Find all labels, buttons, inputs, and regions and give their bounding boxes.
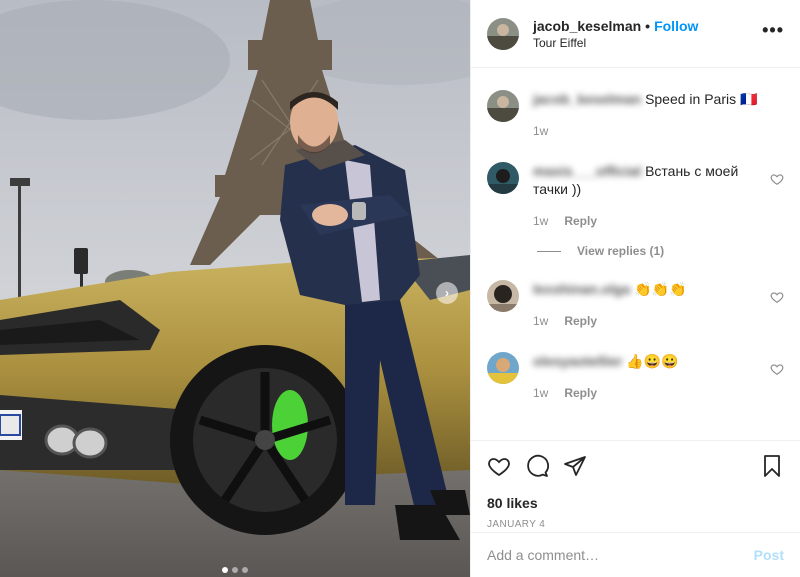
comment-text: 👏👏👏 bbox=[634, 281, 687, 297]
carousel-indicator bbox=[0, 567, 470, 573]
comments-list: jacob_keselman Speed in Paris 🇫🇷 1w maxi… bbox=[471, 68, 800, 402]
more-options-button[interactable]: ••• bbox=[762, 20, 784, 41]
likes-count[interactable]: 80 likes bbox=[487, 495, 784, 511]
separator-dot: • bbox=[645, 17, 651, 34]
carousel-dot bbox=[222, 567, 228, 573]
comment-text-row: maxis___official Встань с моей тачки )) bbox=[533, 162, 763, 198]
author-avatar[interactable] bbox=[487, 17, 519, 50]
comment-meta: 1w Reply bbox=[533, 384, 763, 402]
commenter-avatar[interactable] bbox=[487, 162, 519, 194]
post-photo[interactable]: › bbox=[0, 0, 470, 577]
like-comment-heart-icon[interactable] bbox=[770, 172, 784, 186]
comment-text-row: olesyaotellier 👍😀😀 bbox=[533, 352, 763, 370]
comment-body: olesyaotellier 👍😀😀 1w Reply bbox=[533, 352, 763, 402]
comment-item: lexshinan.olga 👏👏👏 1w Reply bbox=[487, 280, 784, 330]
carousel-next-button[interactable]: › bbox=[436, 282, 458, 304]
post-header: jacob_keselman • Follow Tour Eiffel ••• bbox=[471, 0, 800, 68]
author-username[interactable]: jacob_keselman bbox=[533, 18, 641, 34]
comment-meta: 1w Reply bbox=[533, 212, 763, 230]
action-icons bbox=[487, 453, 784, 479]
comment-body: lexshinan.olga 👏👏👏 1w Reply bbox=[533, 280, 763, 330]
add-comment-bar: Post bbox=[471, 532, 800, 577]
post-actions: 80 likes JANUARY 4 bbox=[471, 440, 800, 530]
heart-icon[interactable] bbox=[487, 454, 511, 478]
comment-text-row: lexshinan.olga 👏👏👏 bbox=[533, 280, 763, 298]
car-wheel bbox=[170, 345, 360, 535]
comment-author[interactable]: olesyaotellier bbox=[533, 353, 623, 369]
comment-author[interactable]: maxis___official bbox=[533, 163, 641, 179]
caption-comment: jacob_keselman Speed in Paris 🇫🇷 1w bbox=[487, 90, 784, 140]
comment-author[interactable]: jacob_keselman bbox=[533, 91, 641, 107]
comment-meta: 1w bbox=[533, 122, 763, 140]
comment-meta: 1w Reply bbox=[533, 312, 763, 330]
view-replies-line bbox=[537, 250, 561, 252]
post-date[interactable]: JANUARY 4 bbox=[487, 519, 784, 530]
instagram-post: › jacob_keselman • Follow Tour Eiffel ••… bbox=[0, 0, 800, 577]
post-comment-button[interactable]: Post bbox=[754, 547, 784, 563]
post-location[interactable]: Tour Eiffel bbox=[533, 36, 762, 50]
comment-time[interactable]: 1w bbox=[533, 122, 548, 140]
carousel-dot bbox=[242, 567, 248, 573]
comment-text: Speed in Paris 🇫🇷 bbox=[645, 91, 758, 107]
share-icon[interactable] bbox=[563, 454, 587, 478]
view-replies-label: View replies (1) bbox=[577, 244, 665, 258]
author-row: jacob_keselman • Follow bbox=[533, 18, 762, 34]
view-replies-button[interactable]: View replies (1) bbox=[537, 244, 784, 258]
comment-text: 👍😀😀 bbox=[626, 353, 679, 369]
comment-body: maxis___official Встань с моей тачки )) … bbox=[533, 162, 763, 230]
like-comment-heart-icon[interactable] bbox=[770, 362, 784, 376]
post-side-panel: jacob_keselman • Follow Tour Eiffel ••• … bbox=[470, 0, 800, 577]
comment-time[interactable]: 1w bbox=[533, 212, 548, 230]
commenter-avatar[interactable] bbox=[487, 352, 519, 384]
commenter-avatar[interactable] bbox=[487, 280, 519, 312]
comment-item: maxis___official Встань с моей тачки )) … bbox=[487, 162, 784, 230]
comment-body: jacob_keselman Speed in Paris 🇫🇷 1w bbox=[533, 90, 763, 140]
add-comment-input[interactable] bbox=[487, 547, 754, 563]
carousel-dot bbox=[232, 567, 238, 573]
comment-time[interactable]: 1w bbox=[533, 312, 548, 330]
comment-author[interactable]: lexshinan.olga bbox=[533, 281, 630, 297]
reply-button[interactable]: Reply bbox=[564, 212, 597, 230]
comment-item: olesyaotellier 👍😀😀 1w Reply bbox=[487, 352, 784, 402]
comment-time[interactable]: 1w bbox=[533, 384, 548, 402]
reply-button[interactable]: Reply bbox=[564, 384, 597, 402]
follow-button[interactable]: Follow bbox=[654, 18, 698, 34]
comment-icon[interactable] bbox=[525, 454, 549, 478]
reply-button[interactable]: Reply bbox=[564, 312, 597, 330]
photo-scene bbox=[0, 0, 470, 577]
like-comment-heart-icon[interactable] bbox=[770, 290, 784, 304]
commenter-avatar[interactable] bbox=[487, 90, 519, 122]
bookmark-icon[interactable] bbox=[760, 454, 784, 478]
author-meta: jacob_keselman • Follow Tour Eiffel bbox=[533, 18, 762, 50]
comment-text-row: jacob_keselman Speed in Paris 🇫🇷 bbox=[533, 90, 763, 108]
